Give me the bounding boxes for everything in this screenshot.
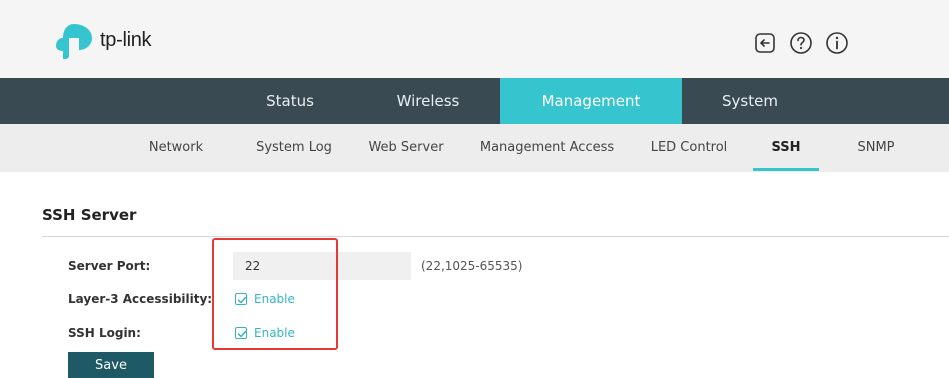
subnav-network[interactable]: Network	[140, 124, 212, 172]
tp-link-logo[interactable]: tp-link	[52, 20, 152, 60]
server-port-input[interactable]	[233, 252, 411, 280]
checkbox-checked-icon[interactable]	[235, 293, 247, 305]
active-tab-indicator	[753, 168, 819, 171]
nav-system[interactable]: System	[702, 78, 798, 124]
section-divider	[42, 236, 949, 237]
subnav-web-server[interactable]: Web Server	[360, 124, 452, 172]
logout-icon[interactable]	[752, 30, 778, 56]
help-icon[interactable]	[788, 30, 814, 56]
layer3-accessibility-label: Layer-3 Accessibility:	[68, 292, 213, 306]
nav-management[interactable]: Management	[500, 78, 682, 124]
sub-nav: Network System Log Web Server Management…	[0, 124, 949, 172]
subnav-ssh[interactable]: SSH	[753, 124, 819, 172]
tp-link-logo-mark	[56, 24, 92, 59]
save-button[interactable]: Save	[68, 352, 154, 378]
main-nav: Status Wireless Management System	[0, 78, 949, 124]
nav-wireless[interactable]: Wireless	[380, 78, 476, 124]
info-icon[interactable]	[824, 30, 850, 56]
ssh-login-enable-checkbox[interactable]: Enable	[235, 326, 295, 340]
layer3-enable-label[interactable]: Enable	[254, 292, 295, 306]
brand-name: tp-link	[100, 28, 152, 51]
subnav-management-access[interactable]: Management Access	[470, 124, 624, 172]
section-title: SSH Server	[42, 206, 137, 224]
app-header: tp-link	[0, 0, 949, 78]
subnav-led-control[interactable]: LED Control	[640, 124, 738, 172]
checkbox-checked-icon[interactable]	[235, 327, 247, 339]
server-port-label: Server Port:	[68, 259, 151, 273]
subnav-snmp[interactable]: SNMP	[845, 124, 907, 172]
subnav-system-log[interactable]: System Log	[246, 124, 342, 172]
ssh-login-label: SSH Login:	[68, 326, 141, 340]
ssh-login-enable-label[interactable]: Enable	[254, 326, 295, 340]
nav-status[interactable]: Status	[242, 78, 338, 124]
server-port-range: (22,1025-65535)	[421, 259, 523, 273]
header-icon-group	[752, 30, 850, 56]
layer3-enable-checkbox[interactable]: Enable	[235, 292, 295, 306]
